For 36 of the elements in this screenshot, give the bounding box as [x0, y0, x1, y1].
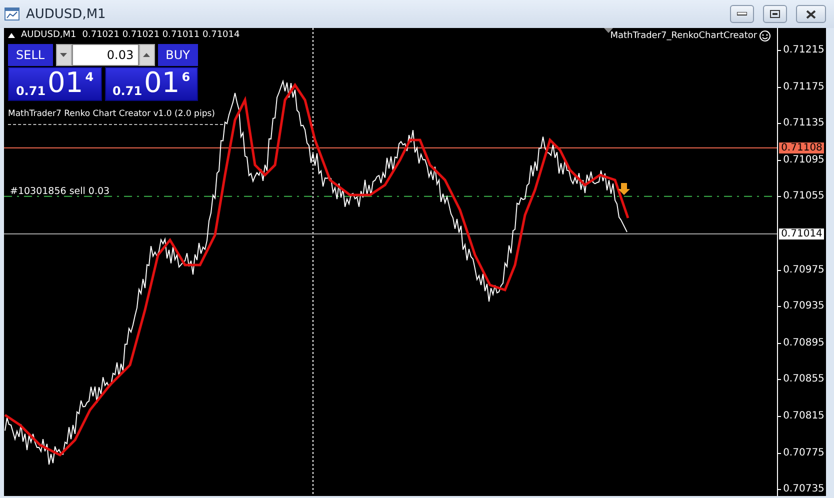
- increase-button[interactable]: [138, 44, 155, 66]
- restore-icon: [770, 10, 780, 18]
- sell-button[interactable]: SELL: [8, 44, 53, 66]
- axis-label: 0.71055: [783, 190, 824, 202]
- axis-label: 0.71175: [783, 81, 824, 92]
- restore-button[interactable]: [763, 5, 787, 23]
- down-caret-icon: [60, 53, 68, 57]
- minimize-icon: [737, 12, 747, 16]
- buy-button[interactable]: BUY: [158, 44, 198, 66]
- chart-window-icon: [4, 6, 20, 22]
- down-arrow-icon: [618, 183, 630, 195]
- close-icon: [806, 10, 816, 18]
- price-tag: 0.71014: [779, 228, 824, 240]
- axis-label: 0.70855: [783, 374, 824, 385]
- axis-label: 0.70735: [783, 484, 824, 495]
- axis-label: 0.70975: [783, 264, 824, 276]
- window-title: AUDUSD,M1: [26, 6, 107, 22]
- order-label: #10301856 sell 0.03: [10, 186, 110, 197]
- up-caret-icon: [143, 53, 150, 57]
- axis-label: 0.70895: [783, 337, 824, 348]
- expert-name: MathTrader7_RenkoChartCreator: [610, 31, 758, 41]
- axis-label: 0.70935: [783, 300, 824, 312]
- collapse-icon[interactable]: [8, 32, 15, 38]
- axis-label: 0.71135: [783, 118, 824, 129]
- axis-label: 0.70815: [783, 410, 824, 422]
- axis-label: 0.71095: [783, 154, 824, 166]
- panel-caption: MathTrader7 Renko Chart Creator v1.0 (2.0 pips): [8, 108, 215, 120]
- axis-label: 0.70775: [783, 447, 824, 458]
- close-button[interactable]: [796, 5, 826, 23]
- ohlc-values: 0.71021 0.71021 0.71011 0.71014: [82, 30, 240, 40]
- lot-size-field[interactable]: 0.03: [72, 44, 139, 66]
- price-tag: 0.71108: [779, 142, 824, 154]
- decrease-button[interactable]: [56, 44, 72, 66]
- minimize-button[interactable]: [730, 5, 754, 23]
- symbol-label: AUDUSD,M1: [21, 30, 76, 40]
- axis-label: 0.71215: [783, 44, 824, 56]
